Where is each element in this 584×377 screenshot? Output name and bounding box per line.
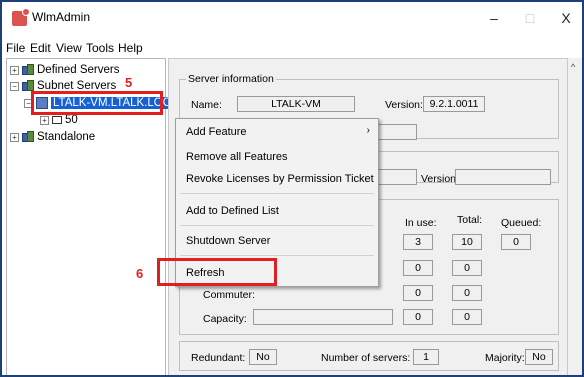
menu-item-add-to-defined-list[interactable]: Add to Defined List (186, 205, 279, 217)
tree-item-label: Defined Servers (37, 64, 120, 76)
menu-separator (180, 255, 374, 256)
scroll-up-icon[interactable]: ^ (571, 62, 575, 72)
redundant-label: Redundant: (191, 352, 246, 364)
majority-label: Majority: (485, 352, 525, 364)
step-number-6: 6 (136, 266, 144, 281)
capacity-total-field: 0 (452, 309, 482, 325)
tree-item-defined-servers[interactable]: + Defined Servers (10, 63, 119, 77)
step-number-5: 5 (125, 75, 133, 90)
menu-item-remove-all-features[interactable]: Remove all Features (186, 151, 288, 163)
version-field: 9.2.1.0011 (423, 96, 485, 112)
commuter-label: Commuter: (203, 289, 255, 301)
menu-help[interactable]: Help (118, 41, 143, 55)
collapse-icon[interactable]: − (10, 81, 19, 91)
menu-file[interactable]: File (6, 41, 25, 55)
tree-item-label: Standalone (37, 131, 96, 143)
capacity-in-use-field: 0 (403, 309, 433, 325)
row2-total-field: 0 (452, 260, 482, 276)
in-use-field: 3 (403, 234, 433, 250)
menu-tools[interactable]: Tools (86, 41, 114, 55)
title-bar: WlmAdmin – □ X (2, 2, 582, 32)
close-button[interactable]: X (548, 7, 582, 29)
commuter-in-use-field: 0 (403, 285, 433, 301)
tree-item-standalone[interactable]: + Standalone (10, 130, 95, 144)
second-version-label: Version: (421, 173, 459, 185)
menu-view[interactable]: View (56, 41, 82, 55)
maximize-button[interactable]: □ (512, 7, 548, 29)
menu-item-add-feature[interactable]: Add Feature (186, 126, 247, 138)
highlight-box-step-5 (31, 91, 163, 115)
expand-icon[interactable]: + (10, 65, 19, 75)
expand-icon[interactable]: + (40, 115, 49, 125)
highlight-box-step-6 (157, 258, 277, 286)
row2-in-use-field: 0 (403, 260, 433, 276)
minimize-button[interactable]: – (476, 7, 512, 29)
menu-separator (180, 193, 374, 194)
server-group-icon (22, 131, 34, 143)
queued-field: 0 (501, 234, 531, 250)
version-label: Version: (385, 99, 423, 111)
name-field: LTALK-VM (237, 96, 355, 112)
capacity-bar (253, 309, 393, 325)
menu-item-revoke-licenses[interactable]: Revoke Licenses by Permission Ticket (186, 173, 374, 185)
menu-item-shutdown-server[interactable]: Shutdown Server (186, 235, 270, 247)
redundant-field: No (249, 349, 277, 365)
vertical-scrollbar[interactable]: ^ (568, 58, 582, 375)
app-window: WlmAdmin – □ X File Edit View Tools Help… (0, 0, 584, 377)
menu-bar: File Edit View Tools Help (2, 38, 582, 56)
tree-item-label: 50 (65, 114, 78, 126)
server-group-icon (22, 64, 34, 76)
number-of-servers-label: Number of servers: (321, 352, 411, 364)
submenu-arrow-icon: › (366, 125, 370, 136)
expand-icon[interactable]: + (10, 132, 19, 142)
tree-item-child-50[interactable]: + 50 (40, 113, 78, 127)
capacity-label: Capacity: (203, 313, 247, 325)
group-title: Server information (186, 73, 276, 85)
total-label: Total: (457, 214, 483, 226)
majority-field: No (525, 349, 553, 365)
commuter-total-field: 0 (452, 285, 482, 301)
window-title: WlmAdmin (32, 10, 91, 24)
folder-icon (52, 116, 62, 124)
number-of-servers-field: 1 (413, 349, 439, 365)
in-use-label: In use: (405, 217, 437, 229)
wlmadmin-app-icon (12, 8, 30, 26)
second-version-field (455, 169, 551, 185)
queued-label: Queued: (501, 217, 542, 229)
menu-edit[interactable]: Edit (30, 41, 51, 55)
menu-separator (180, 225, 374, 226)
name-label: Name: (191, 99, 222, 111)
total-field: 10 (452, 234, 482, 250)
